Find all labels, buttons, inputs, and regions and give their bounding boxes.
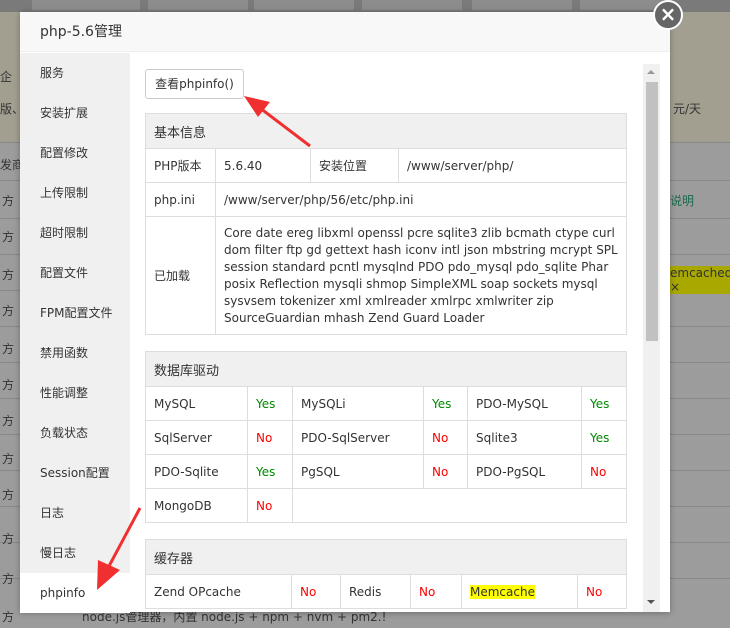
annotation-arrows	[97, 96, 311, 590]
arrow-icon	[97, 507, 142, 590]
arrow-icon	[244, 96, 311, 148]
